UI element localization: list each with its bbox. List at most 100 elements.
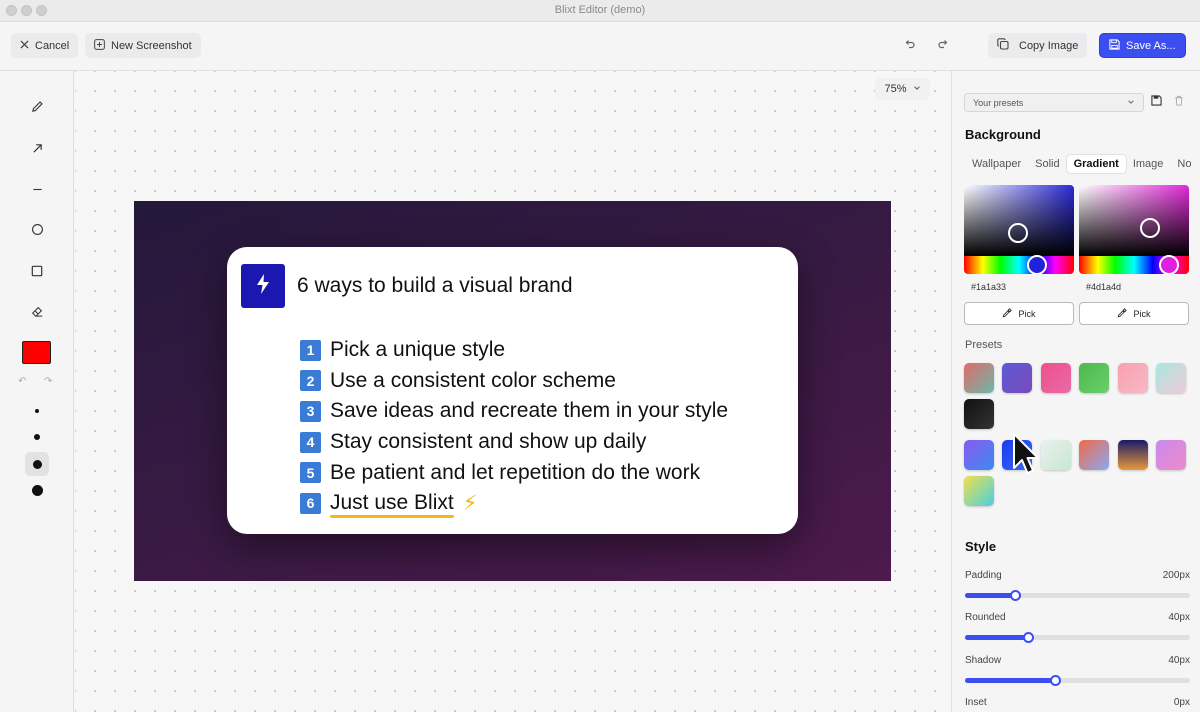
slider-label: Padding	[965, 570, 1002, 581]
copy-icon	[997, 38, 1009, 53]
list-item: 5 Be patient and let repetition do the wo…	[300, 457, 728, 488]
presets-select[interactable]: Your presets	[964, 93, 1144, 112]
circle-tool[interactable]	[26, 221, 48, 243]
item-text: Save ideas and recreate them in your sty…	[330, 399, 729, 423]
number-badge: 5	[300, 462, 321, 484]
screenshot-artwork[interactable]: 6 ways to build a visual brand 1 Pick a u…	[134, 201, 891, 581]
new-screenshot-button[interactable]: New Screenshot	[85, 33, 201, 58]
brush-size-4[interactable]	[25, 478, 49, 502]
line-tool[interactable]	[26, 180, 48, 202]
shadow-slider[interactable]: Shadow 40px	[965, 655, 1190, 686]
pick-label: Pick	[1133, 308, 1151, 319]
list-item: 3 Save ideas and recreate them in your st…	[300, 396, 728, 427]
eraser-tool[interactable]	[26, 303, 48, 325]
slider-knob[interactable]	[1050, 675, 1061, 686]
hue-handle[interactable]	[1027, 255, 1047, 274]
preset-swatch[interactable]	[1156, 363, 1186, 393]
background-heading: Background	[965, 127, 1041, 142]
number-badge: 3	[300, 400, 321, 422]
save-icon	[1150, 93, 1162, 111]
cancel-button[interactable]: Cancel	[11, 33, 79, 58]
card-title: 6 ways to build a visual brand	[297, 274, 573, 297]
color2-hex[interactable]: #4d1a4d	[1086, 282, 1121, 292]
sv-handle[interactable]	[1008, 223, 1028, 243]
cancel-label: Cancel	[35, 39, 70, 52]
preset-swatch[interactable]	[1041, 440, 1071, 470]
inset-slider[interactable]: Inset 0px	[965, 697, 1190, 708]
brush-size-3[interactable]	[25, 452, 49, 476]
settings-panel: Your presets Background Wallpaper Solid …	[951, 71, 1200, 712]
preset-swatch[interactable]	[1041, 363, 1071, 393]
tab-image[interactable]: Image	[1126, 155, 1171, 173]
saturation-area[interactable]	[964, 185, 1074, 256]
hue-slider[interactable]	[964, 256, 1074, 274]
saturation-area[interactable]	[1079, 185, 1189, 256]
slider-label: Shadow	[965, 655, 1002, 666]
list-item: 6 Just use Blixt ⚡	[300, 488, 728, 519]
eyedropper-icon	[1002, 307, 1013, 320]
preset-swatch[interactable]	[1002, 363, 1032, 393]
slider-knob[interactable]	[1009, 590, 1021, 601]
trash-icon	[1174, 93, 1184, 111]
window-title: Blixt Editor (demo)	[554, 4, 646, 16]
hue-handle[interactable]	[1159, 255, 1179, 274]
square-tool[interactable]	[26, 262, 48, 284]
slider-track[interactable]	[965, 675, 1190, 686]
padding-slider[interactable]: Padding 200px	[965, 570, 1190, 601]
tab-solid[interactable]: Solid	[1028, 155, 1066, 173]
preset-swatch[interactable]	[964, 399, 994, 429]
title-bar: Blixt Editor (demo)	[0, 0, 1200, 22]
slider-track[interactable]	[965, 590, 1190, 601]
content-card: 6 ways to build a visual brand 1 Pick a u…	[227, 247, 798, 534]
copy-image-button[interactable]: Copy Image	[988, 33, 1088, 58]
gradient-color-picker-1[interactable]	[964, 185, 1074, 274]
lightning-logo	[241, 264, 285, 308]
rounded-slider[interactable]: Rounded 40px	[965, 612, 1190, 643]
redo-button[interactable]	[933, 36, 953, 56]
preset-swatch[interactable]	[1079, 440, 1109, 470]
color1-hex[interactable]: #1a1a33	[971, 282, 1006, 292]
sv-handle[interactable]	[1140, 218, 1160, 238]
slider-fill	[965, 593, 1015, 598]
slider-track[interactable]	[965, 632, 1190, 643]
preset-swatch[interactable]	[964, 363, 994, 393]
preset-swatch[interactable]	[1079, 363, 1109, 393]
number-badge: 6	[300, 492, 321, 514]
brush-size-2[interactable]	[25, 425, 49, 449]
save-preset-button[interactable]	[1148, 94, 1164, 110]
zoom-select[interactable]: 75%	[875, 78, 930, 100]
presets-select-value: Your presets	[973, 97, 1024, 108]
zoom-value: 75%	[884, 83, 907, 95]
pick-color2-button[interactable]: Pick	[1079, 302, 1189, 325]
arrow-tool[interactable]	[26, 139, 48, 161]
preset-swatch[interactable]	[1118, 440, 1148, 470]
pencil-icon	[31, 100, 44, 118]
toolbar: Cancel New Screenshot Copy Image Save As…	[0, 22, 1200, 71]
small-undo-icon[interactable]: ↶	[18, 376, 26, 387]
line-icon	[32, 182, 43, 200]
preset-swatch[interactable]	[964, 476, 994, 506]
slider-knob[interactable]	[1023, 632, 1034, 643]
preset-swatch[interactable]	[1118, 363, 1148, 393]
tab-gradient[interactable]: Gradient	[1066, 155, 1126, 173]
slider-label: Rounded	[965, 612, 1006, 623]
pencil-tool[interactable]	[26, 98, 48, 120]
item-text: Stay consistent and show up daily	[330, 430, 647, 454]
save-as-button[interactable]: Save As...	[1099, 33, 1186, 58]
tab-wallpaper[interactable]: Wallpaper	[965, 155, 1028, 173]
gradient-color-picker-2[interactable]	[1079, 185, 1189, 274]
pick-color1-button[interactable]: Pick	[964, 302, 1074, 325]
draw-color-swatch[interactable]	[22, 341, 51, 364]
delete-preset-button[interactable]	[1171, 94, 1187, 110]
small-redo-icon[interactable]: ↷	[44, 376, 52, 387]
tab-none[interactable]: No	[1170, 155, 1198, 173]
undo-button[interactable]	[900, 36, 920, 56]
preset-swatch[interactable]	[1156, 440, 1186, 470]
save-icon	[1109, 38, 1120, 53]
brush-size-1[interactable]	[25, 399, 49, 423]
slider-fill	[965, 678, 1055, 683]
copy-image-label: Copy Image	[1019, 39, 1079, 52]
preset-swatch[interactable]	[964, 440, 994, 470]
style-heading: Style	[965, 539, 997, 554]
slider-fill	[965, 635, 1028, 640]
